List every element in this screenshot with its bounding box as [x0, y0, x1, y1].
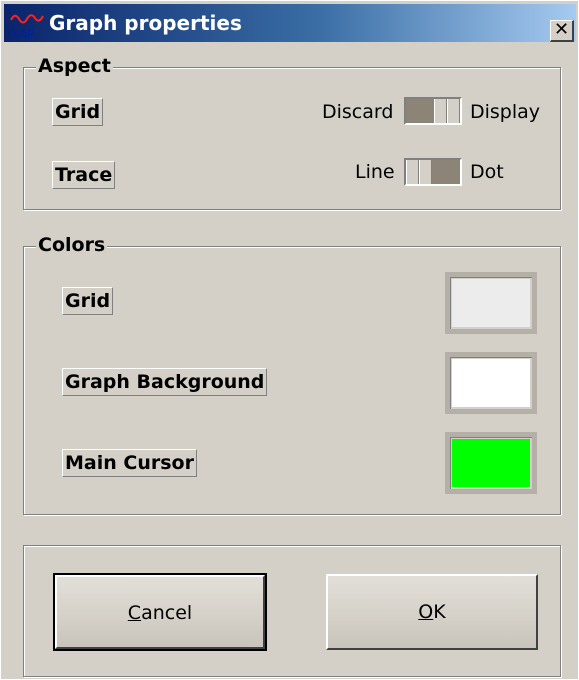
- graph-background-label: Graph Background: [62, 368, 268, 396]
- graph-properties-dialog: XAP Graph properties ✕ Aspect Grid Disca…: [0, 0, 579, 680]
- cancel-mnemonic: C: [127, 602, 142, 624]
- main-cursor-fill: [452, 439, 530, 487]
- grid-toggle-knob[interactable]: [434, 99, 460, 123]
- ok-label: K: [433, 601, 446, 623]
- aspect-legend: Aspect: [36, 54, 113, 78]
- close-button[interactable]: ✕: [550, 20, 574, 42]
- ok-button[interactable]: OK: [326, 574, 538, 650]
- grid-color-label: Grid: [62, 287, 114, 315]
- title-bar[interactable]: XAP Graph properties ✕: [4, 4, 576, 42]
- trace-toggle-knob[interactable]: [406, 160, 432, 184]
- xap-logo-icon: XAP: [10, 10, 44, 41]
- colors-group: Colors Grid Graph Background Main Cursor: [23, 233, 561, 515]
- grid-display-toggle[interactable]: [404, 97, 462, 125]
- grid-color-fill: [452, 279, 530, 327]
- aspect-group: Aspect Grid Discard Display Trace Line D…: [23, 54, 561, 210]
- grid-display-text: Display: [470, 101, 541, 123]
- grid-color-swatch[interactable]: [445, 272, 537, 334]
- main-cursor-swatch[interactable]: [445, 432, 537, 494]
- trace-dot-text: Dot: [470, 161, 504, 183]
- cancel-label: ancel: [141, 602, 193, 624]
- ok-mnemonic: O: [418, 601, 434, 623]
- cancel-button[interactable]: Cancel: [53, 573, 267, 651]
- button-panel: Cancel OK: [23, 545, 561, 677]
- grid-aspect-label: Grid: [52, 98, 104, 126]
- trace-style-toggle[interactable]: [404, 158, 462, 186]
- graph-background-fill: [452, 359, 530, 407]
- close-icon: ✕: [553, 19, 570, 40]
- main-cursor-label: Main Cursor: [62, 449, 197, 477]
- grid-discard-text: Discard: [322, 101, 394, 123]
- trace-line-text: Line: [355, 161, 395, 183]
- colors-legend: Colors: [36, 233, 108, 257]
- graph-background-swatch[interactable]: [445, 352, 537, 414]
- svg-text:XAP: XAP: [11, 27, 35, 40]
- window-title: Graph properties: [49, 11, 242, 35]
- trace-aspect-label: Trace: [52, 161, 116, 189]
